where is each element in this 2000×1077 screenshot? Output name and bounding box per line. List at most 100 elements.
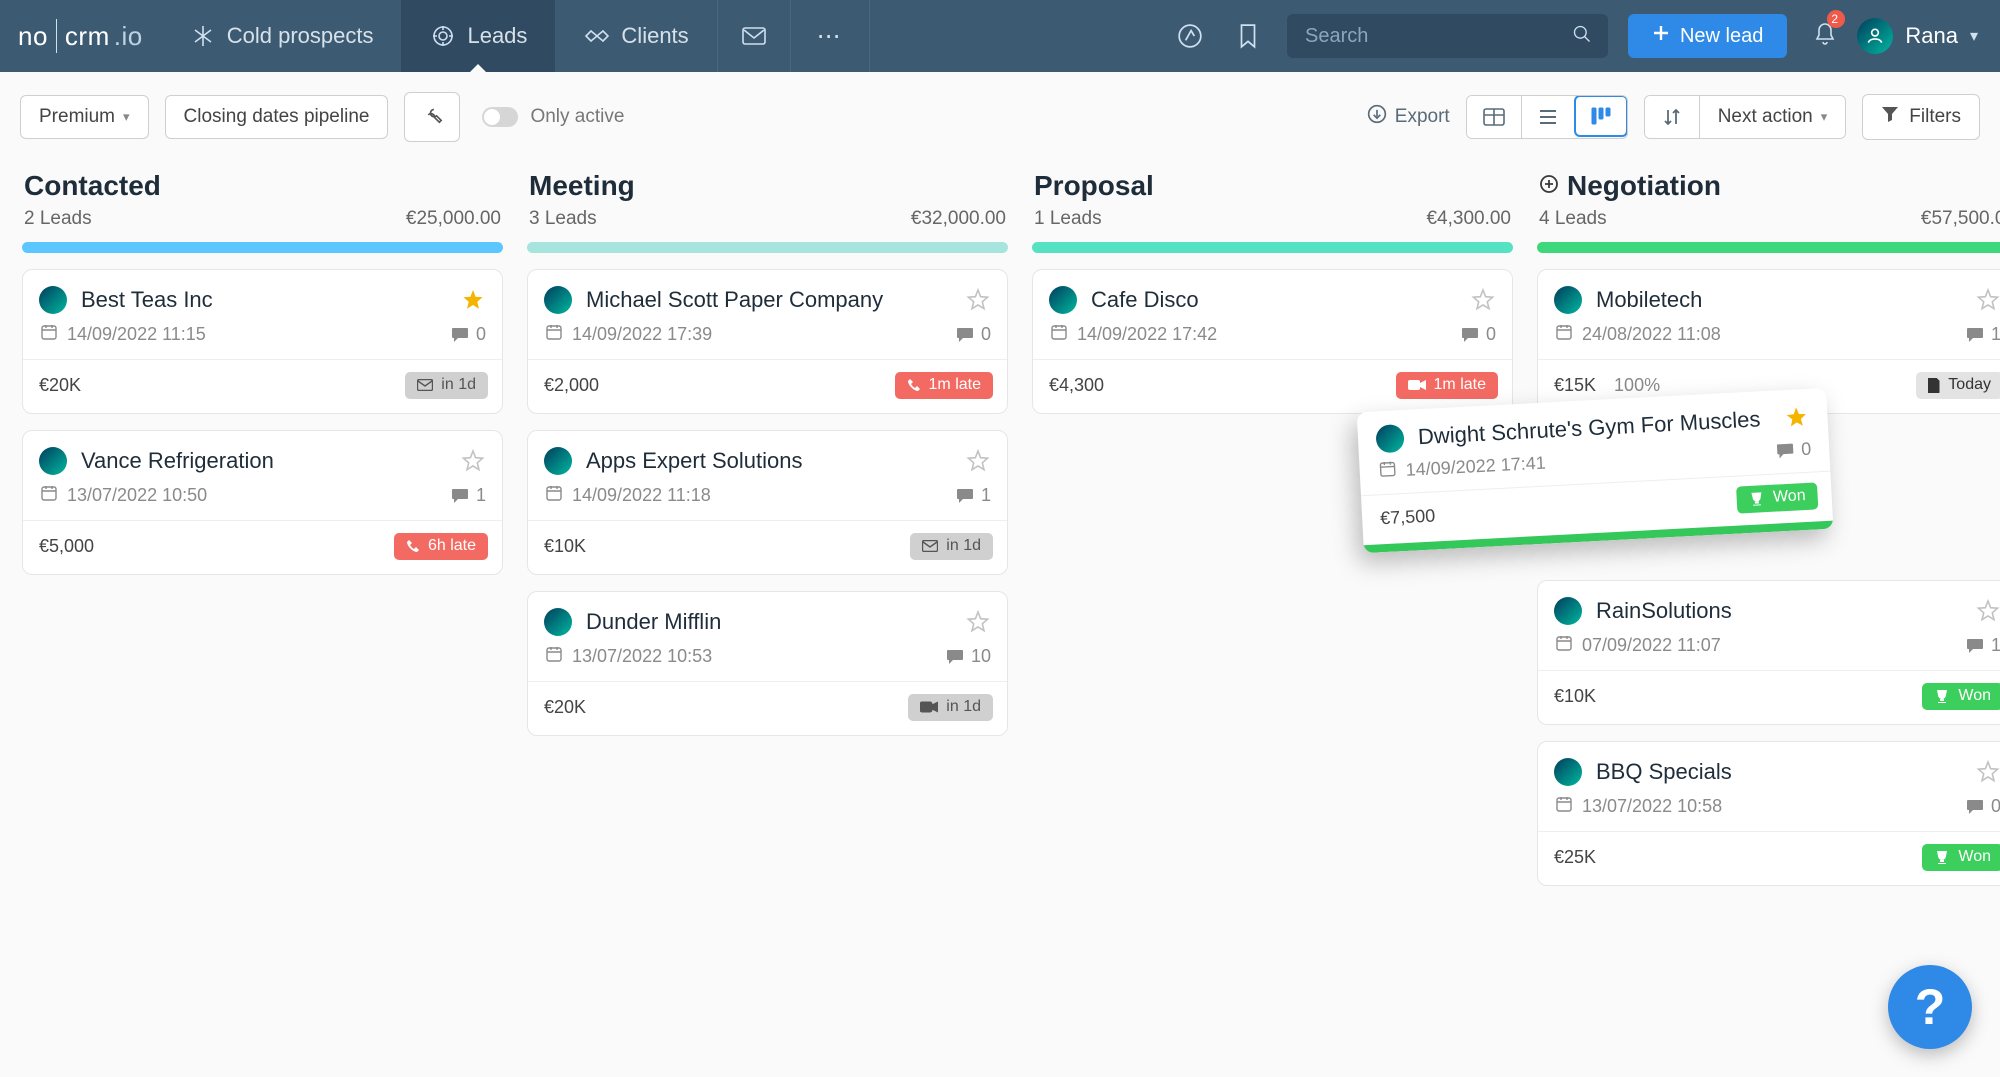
calendar-icon — [546, 485, 562, 506]
export-button[interactable]: Export — [1367, 104, 1450, 130]
wrench-icon — [421, 103, 443, 131]
star-icon[interactable] — [1975, 759, 2000, 785]
app-logo[interactable]: no crm .io — [0, 0, 161, 72]
download-icon — [1367, 104, 1387, 130]
lead-date: 14/09/2022 17:39 — [572, 324, 712, 345]
nav-label: Clients — [621, 23, 688, 49]
column-contacted: Contacted2 Leads€25,000.00Best Teas Inc1… — [20, 170, 505, 591]
search-box[interactable] — [1287, 14, 1608, 58]
lead-date: 14/09/2022 17:42 — [1077, 324, 1217, 345]
view-kanban[interactable] — [1574, 95, 1628, 137]
comment-count[interactable]: 10 — [946, 646, 991, 667]
comment-count[interactable]: 1 — [956, 485, 991, 506]
comment-count[interactable]: 1 — [451, 485, 486, 506]
lead-card[interactable]: Apps Expert Solutions14/09/2022 11:181€1… — [527, 430, 1008, 575]
company-icon — [1375, 424, 1404, 453]
lead-card[interactable]: BBQ Specials13/07/2022 10:580€25KWon — [1537, 741, 2000, 886]
lead-amount: €7,500 — [1380, 505, 1436, 529]
company-icon — [544, 447, 572, 475]
comment-count[interactable]: 1 — [1966, 324, 2000, 345]
lead-probability: 100% — [1614, 375, 1660, 396]
new-lead-button[interactable]: New lead — [1628, 14, 1787, 58]
calendar-icon — [1556, 796, 1572, 817]
settings-button[interactable] — [404, 92, 460, 142]
envelope-icon — [740, 22, 768, 50]
star-icon[interactable] — [1975, 598, 2000, 624]
star-icon[interactable] — [965, 609, 991, 635]
lead-card[interactable]: Dunder Mifflin13/07/2022 10:5310€20Kin 1… — [527, 591, 1008, 736]
company-icon — [544, 608, 572, 636]
status-badge: in 1d — [910, 533, 993, 560]
nav-mail[interactable] — [718, 0, 790, 72]
lead-card[interactable]: RainSolutions07/09/2022 11:071€10KWon — [1537, 580, 2000, 725]
lead-card[interactable]: Best Teas Inc14/09/2022 11:150€20Kin 1d — [22, 269, 503, 414]
notifications[interactable]: 2 — [1801, 0, 1849, 72]
comment-count[interactable]: 0 — [1461, 324, 1496, 345]
bookmark-icon[interactable] — [1219, 0, 1277, 72]
star-icon[interactable] — [965, 287, 991, 313]
help-button[interactable]: ? — [1888, 965, 1972, 1049]
lead-card[interactable]: Vance Refrigeration13/07/2022 10:501€5,0… — [22, 430, 503, 575]
lead-name: Dunder Mifflin — [586, 608, 951, 636]
main-nav: Cold prospects Leads Clients ⋯ — [161, 0, 870, 72]
column-progress — [1537, 242, 2000, 253]
lead-name: Apps Expert Solutions — [586, 447, 951, 475]
comment-count[interactable]: 0 — [1966, 796, 2000, 817]
column-count: 2 Leads — [24, 208, 92, 230]
company-icon — [39, 447, 67, 475]
column-count: 3 Leads — [529, 208, 597, 230]
star-icon[interactable] — [1470, 287, 1496, 313]
plus-circle-icon[interactable] — [1539, 174, 1559, 199]
filter-icon — [1881, 105, 1899, 129]
toolbar: Premium▾ Closing dates pipeline Only act… — [0, 72, 2000, 160]
column-count: 1 Leads — [1034, 208, 1102, 230]
company-icon — [1049, 286, 1077, 314]
user-menu[interactable]: Rana ▾ — [1849, 0, 2000, 72]
star-icon[interactable] — [1783, 404, 1810, 431]
plus-icon — [1652, 24, 1670, 48]
star-icon[interactable] — [1975, 287, 2000, 313]
column-count: 4 Leads — [1539, 208, 1607, 230]
comment-count[interactable]: 0 — [1776, 439, 1812, 462]
nav-leads[interactable]: Leads — [401, 0, 555, 72]
column-progress — [1032, 242, 1513, 253]
nav-more[interactable]: ⋯ — [791, 0, 869, 72]
lead-name: Michael Scott Paper Company — [586, 286, 951, 314]
lead-card[interactable]: Cafe Disco14/09/2022 17:420€4,3001m late — [1032, 269, 1513, 414]
button-label: New lead — [1680, 25, 1763, 48]
dragging-card[interactable]: Dwight Schrute's Gym For Muscles 14/09/2… — [1357, 388, 1834, 553]
only-active-toggle[interactable]: Only active — [482, 106, 624, 128]
sort-button[interactable] — [1645, 96, 1699, 138]
lead-name: Mobiletech — [1596, 286, 1961, 314]
star-icon[interactable] — [965, 448, 991, 474]
calendar-icon — [546, 324, 562, 345]
comment-count[interactable]: 0 — [956, 324, 991, 345]
calendar-icon — [1556, 324, 1572, 345]
lead-amount: €20K — [39, 375, 81, 396]
search-input[interactable] — [1303, 24, 1572, 49]
calendar-icon — [41, 324, 57, 345]
status-badge: in 1d — [405, 372, 488, 399]
calendar-icon — [546, 646, 562, 667]
star-icon[interactable] — [460, 448, 486, 474]
nav-label: Cold prospects — [227, 23, 374, 49]
lead-date: 13/07/2022 10:53 — [572, 646, 712, 667]
calendar-icon — [41, 485, 57, 506]
nav-clients[interactable]: Clients — [555, 0, 716, 72]
activity-icon[interactable] — [1161, 0, 1219, 72]
notif-count: 2 — [1827, 10, 1845, 28]
filters-button[interactable]: Filters — [1862, 94, 1980, 140]
star-icon[interactable] — [460, 287, 486, 313]
target-icon — [429, 22, 457, 50]
closing-dates-button[interactable]: Closing dates pipeline — [165, 95, 389, 139]
next-action-select[interactable]: Next action ▾ — [1699, 96, 1846, 138]
view-table[interactable] — [1467, 96, 1521, 138]
lead-card[interactable]: Michael Scott Paper Company 14/09/2022 17… — [527, 269, 1008, 414]
comment-count[interactable]: 1 — [1966, 635, 2000, 656]
column-meeting: Meeting3 Leads€32,000.00Michael Scott Pa… — [525, 170, 1010, 752]
company-icon — [1554, 286, 1582, 314]
premium-select[interactable]: Premium▾ — [20, 95, 149, 139]
nav-cold-prospects[interactable]: Cold prospects — [161, 0, 402, 72]
view-list[interactable] — [1521, 96, 1575, 138]
comment-count[interactable]: 0 — [451, 324, 486, 345]
